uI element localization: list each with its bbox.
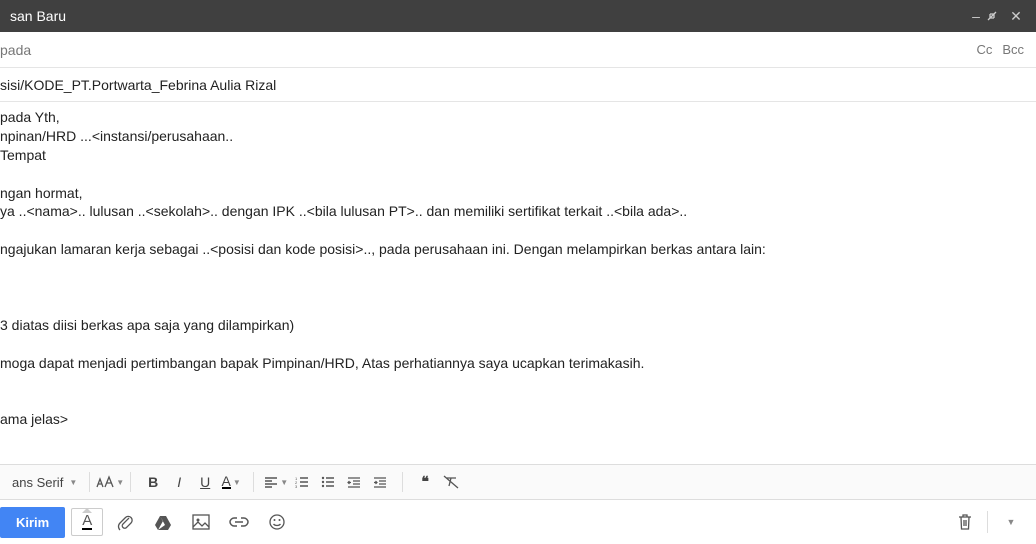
- format-toggle-button[interactable]: A: [71, 508, 103, 536]
- format-toolbar: ans Serif ▼ ▼ B I U A ▼ ▼ 123: [0, 464, 1036, 500]
- remove-format-button[interactable]: [439, 470, 463, 494]
- compose-titlebar: san Baru – ✕: [0, 0, 1036, 32]
- chevron-down-icon: ▼: [1007, 517, 1016, 527]
- attach-button[interactable]: [109, 508, 141, 536]
- close-button[interactable]: ✕: [1006, 8, 1026, 25]
- underline-button[interactable]: U: [193, 470, 217, 494]
- minimize-button[interactable]: –: [966, 8, 986, 24]
- chevron-down-icon: ▼: [116, 478, 124, 487]
- chevron-down-icon: ▼: [280, 478, 288, 487]
- ordered-list-button[interactable]: 123: [290, 470, 314, 494]
- font-family-label: ans Serif: [12, 475, 63, 490]
- discard-button[interactable]: [949, 508, 981, 536]
- emoji-button[interactable]: [261, 508, 293, 536]
- chevron-down-icon: ▼: [233, 478, 241, 487]
- insert-link-button[interactable]: [223, 508, 255, 536]
- send-button[interactable]: Kirim: [0, 507, 65, 538]
- indent-more-button[interactable]: [368, 470, 392, 494]
- font-size-button[interactable]: ▼: [96, 470, 124, 494]
- quote-button[interactable]: ❝: [413, 470, 437, 494]
- send-toolbar: Kirim A ▼: [0, 500, 1036, 544]
- compose-body[interactable]: pada Yth, npinan/HRD ...<instansi/perusa…: [0, 102, 1036, 464]
- svg-text:3: 3: [295, 484, 298, 488]
- recipients-row[interactable]: pada Cc Bcc: [0, 32, 1036, 68]
- italic-button[interactable]: I: [167, 470, 191, 494]
- popout-button[interactable]: [986, 10, 1006, 22]
- subject-row[interactable]: sisi/KODE_PT.Portwarta_Febrina Aulia Riz…: [0, 68, 1036, 102]
- cc-button[interactable]: Cc: [976, 42, 992, 57]
- insert-image-button[interactable]: [185, 508, 217, 536]
- indent-less-button[interactable]: [342, 470, 366, 494]
- more-options-button[interactable]: ▼: [994, 508, 1026, 536]
- chevron-down-icon: ▼: [69, 478, 77, 487]
- text-color-button[interactable]: A ▼: [219, 470, 243, 494]
- bold-button[interactable]: B: [141, 470, 165, 494]
- align-button[interactable]: ▼: [264, 470, 288, 494]
- bullet-list-button[interactable]: [316, 470, 340, 494]
- to-label: pada: [0, 42, 966, 58]
- compose-title: san Baru: [10, 8, 66, 24]
- subject-text: sisi/KODE_PT.Portwarta_Febrina Aulia Riz…: [0, 77, 276, 93]
- font-family-dropdown[interactable]: ans Serif ▼: [6, 475, 83, 490]
- bcc-button[interactable]: Bcc: [1002, 42, 1024, 57]
- drive-button[interactable]: [147, 508, 179, 536]
